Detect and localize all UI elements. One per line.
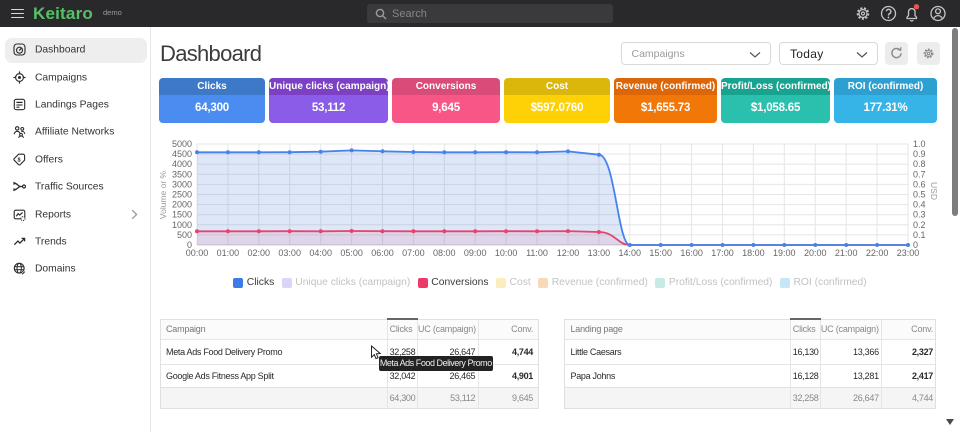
svg-text:01:00: 01:00: [217, 248, 240, 258]
svg-text:06:00: 06:00: [371, 248, 394, 258]
svg-text:21:00: 21:00: [835, 248, 858, 258]
svg-text:22:00: 22:00: [866, 248, 889, 258]
svg-text:0.9: 0.9: [913, 149, 926, 159]
svg-text:23:00: 23:00: [897, 248, 920, 258]
svg-text:07:00: 07:00: [402, 248, 425, 258]
svg-text:12:00: 12:00: [557, 248, 580, 258]
svg-text:09:00: 09:00: [464, 248, 487, 258]
svg-text:1000: 1000: [172, 220, 192, 230]
svg-text:16:00: 16:00: [680, 248, 703, 258]
svg-text:500: 500: [177, 230, 192, 240]
svg-text:13:00: 13:00: [588, 248, 611, 258]
svg-text:19:00: 19:00: [773, 248, 796, 258]
svg-text:11:00: 11:00: [526, 248, 548, 258]
svg-text:0.8: 0.8: [913, 159, 926, 169]
svg-text:0.5: 0.5: [913, 190, 926, 200]
svg-text:4500: 4500: [172, 149, 192, 159]
svg-text:0.3: 0.3: [913, 210, 926, 220]
svg-text:08:00: 08:00: [433, 248, 456, 258]
svg-text:0.6: 0.6: [913, 179, 926, 189]
svg-text:0.1: 0.1: [913, 230, 926, 240]
svg-text:02:00: 02:00: [248, 248, 271, 258]
svg-text:Volume or %: Volume or %: [158, 170, 168, 219]
svg-text:00:00: 00:00: [186, 248, 209, 258]
svg-text:0.7: 0.7: [913, 169, 926, 179]
svg-text:3500: 3500: [172, 169, 192, 179]
svg-text:05:00: 05:00: [340, 248, 363, 258]
svg-text:USD: USD: [929, 182, 939, 200]
svg-text:5000: 5000: [172, 139, 192, 149]
svg-text:0.4: 0.4: [913, 200, 926, 210]
svg-text:3000: 3000: [172, 179, 192, 189]
svg-text:20:00: 20:00: [804, 248, 827, 258]
svg-text:15:00: 15:00: [649, 248, 672, 258]
svg-text:2000: 2000: [172, 200, 192, 210]
svg-text:03:00: 03:00: [278, 248, 301, 258]
svg-text:14:00: 14:00: [619, 248, 642, 258]
svg-text:17:00: 17:00: [711, 248, 734, 258]
svg-text:4000: 4000: [172, 159, 192, 169]
svg-text:2500: 2500: [172, 190, 192, 200]
svg-text:1.0: 1.0: [913, 139, 926, 149]
svg-text:0.2: 0.2: [913, 220, 926, 230]
svg-text:1500: 1500: [172, 210, 192, 220]
svg-text:18:00: 18:00: [742, 248, 765, 258]
svg-text:04:00: 04:00: [309, 248, 332, 258]
svg-text:10:00: 10:00: [495, 248, 518, 258]
